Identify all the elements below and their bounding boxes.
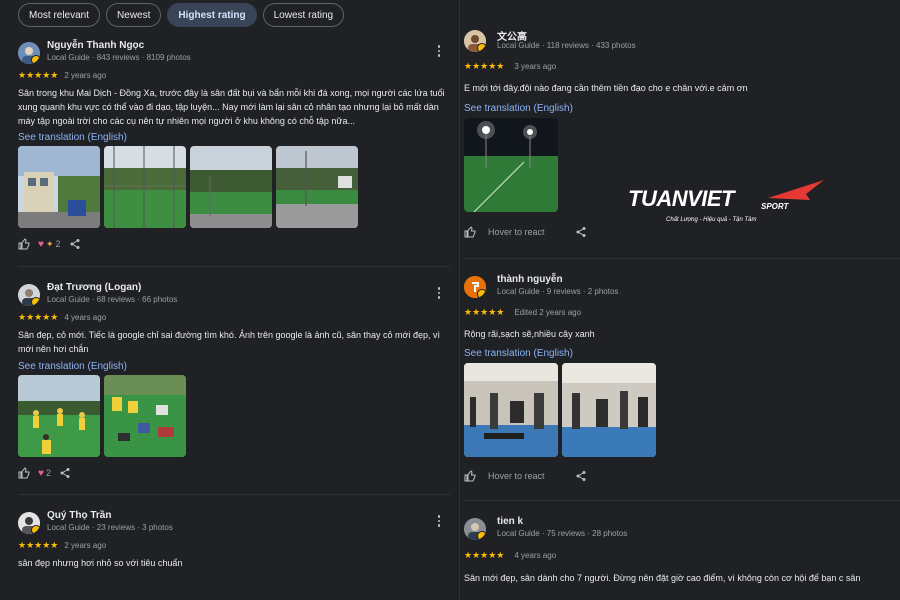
share-icon[interactable] [575,226,587,238]
heart-reaction-icon: ♥ [38,238,44,250]
review-date: 4 years ago [64,313,107,322]
review-photo[interactable] [190,146,272,228]
reviewer-meta: Local Guide · 843 reviews · 8109 photos [47,53,191,62]
avatar[interactable] [18,42,40,64]
local-guide-badge-icon [31,55,40,64]
reviewer-meta: Local Guide · 68 reviews · 66 photos [47,295,178,304]
avatar[interactable] [464,518,486,540]
review-photos [18,146,358,228]
review-photo[interactable] [18,375,100,457]
review-divider [18,494,450,495]
more-options-icon[interactable] [434,512,444,530]
tuanviet-sport-logo: TUANVIET SPORT Chất Lượng - Hiệu quả - T… [628,180,828,230]
review-date: 4 years ago [514,551,557,560]
review-photo[interactable] [464,118,558,212]
logo-brand-suffix: SPORT [761,202,789,211]
reviewer-name[interactable]: Quý Thọ Trần [47,510,111,521]
review-actions: Hover to react [464,226,587,238]
review-date: 2 years ago [64,541,107,550]
star-rating: ★★★★★ [18,312,59,322]
like-icon[interactable] [464,470,476,482]
reactions[interactable]: ♥ ✦ 2 [38,239,61,250]
review-date: 2 years ago [64,71,107,80]
star-rating: ★★★★★ [18,70,59,80]
more-options-icon[interactable] [434,42,444,60]
reactions[interactable]: ♥ 2 [38,468,51,479]
local-guide-badge-icon [31,297,40,306]
reviewer-name[interactable]: thành nguyễn [497,274,563,285]
review-photo[interactable] [104,375,186,457]
reviewer-meta: Local Guide · 23 reviews · 3 photos [47,523,173,532]
share-icon[interactable] [59,467,71,479]
review-text: Rộng rãi,sạch sẽ,nhiều cây xanh [464,329,595,339]
share-icon[interactable] [69,238,81,250]
reviewer-meta: Local Guide · 9 reviews · 2 photos [497,287,619,296]
review-divider [18,266,450,267]
review-date: Edited 2 years ago [514,308,582,317]
review-text: Sân đẹp, cỏ mới. Tiếc là google chỉ sai … [18,330,440,354]
reviewer-name[interactable]: Nguyễn Thanh Ngọc [47,40,144,51]
filter-lowest-rating[interactable]: Lowest rating [262,3,345,27]
star-rating: ★★★★★ [464,550,505,560]
column-divider [459,0,460,600]
local-guide-badge-icon [477,289,486,298]
filter-newest[interactable]: Newest [106,3,162,27]
review-photo[interactable] [464,363,558,457]
see-translation-link[interactable]: See translation (English) [18,361,127,372]
star-rating: ★★★★★ [18,540,59,550]
see-translation-link[interactable]: See translation (English) [464,348,573,359]
more-options-icon[interactable] [434,284,444,302]
like-icon[interactable] [18,238,30,250]
review-actions: ♥ 2 [18,467,71,479]
review-photo[interactable] [104,146,186,228]
avatar[interactable] [18,512,40,534]
party-reaction-icon: ✦ [45,238,54,249]
review-text: Sân trong khu Mai Dịch - Đồng Xa, trước … [18,88,445,126]
review-photos [464,363,656,457]
avatar[interactable] [18,284,40,306]
review-photo[interactable] [276,146,358,228]
reviewer-name[interactable]: Đạt Trương (Logan) [47,282,141,293]
local-guide-badge-icon [477,531,486,540]
review-divider [464,500,900,501]
filter-most-relevant[interactable]: Most relevant [18,3,101,27]
local-guide-badge-icon [31,525,40,534]
reviewer-name[interactable]: tien k [497,516,523,527]
heart-reaction-icon: ♥ [38,467,44,479]
see-translation-link[interactable]: See translation (English) [464,103,573,114]
star-rating: ★★★★★ [464,61,505,71]
see-translation-link[interactable]: See translation (English) [18,132,127,143]
filter-highest-rating[interactable]: Highest rating [167,3,257,27]
reaction-count: 2 [45,468,51,478]
review-photos [464,118,558,212]
review-text: sân đẹp nhưng hơi nhỏ so với tiêu chuẩn [18,558,183,568]
review-divider [464,258,900,259]
logo-brand: TUANVIET [628,186,735,211]
reviewer-meta: Local Guide · 118 reviews · 433 photos [497,41,636,50]
hover-to-react-label[interactable]: Hover to react [488,471,545,481]
review-photos [18,375,186,457]
review-text: Sân mới đẹp, sân dành cho 7 người. Đừng … [464,573,861,583]
hover-to-react-label[interactable]: Hover to react [488,227,545,237]
review-text: E mới tới đây.đội nào đang cần thêm tiền… [464,83,748,93]
like-icon[interactable] [18,467,30,479]
review-actions: Hover to react [464,470,587,482]
review-photo[interactable] [18,146,100,228]
avatar[interactable] [464,30,486,52]
avatar[interactable] [464,276,486,298]
like-icon[interactable] [464,226,476,238]
reviewer-meta: Local Guide · 75 reviews · 28 photos [497,529,628,538]
star-rating: ★★★★★ [464,307,505,317]
reaction-count: 2 [55,239,61,249]
logo-swoosh-icon [768,180,824,200]
review-actions: ♥ ✦ 2 [18,238,81,250]
review-date: 3 years ago [514,62,557,71]
share-icon[interactable] [575,470,587,482]
local-guide-badge-icon [477,43,486,52]
review-photo[interactable] [562,363,656,457]
sort-filter-bar: Most relevant Newest Highest rating Lowe… [18,3,345,27]
logo-tagline: Chất Lượng - Hiệu quả - Tận Tâm [666,217,757,223]
